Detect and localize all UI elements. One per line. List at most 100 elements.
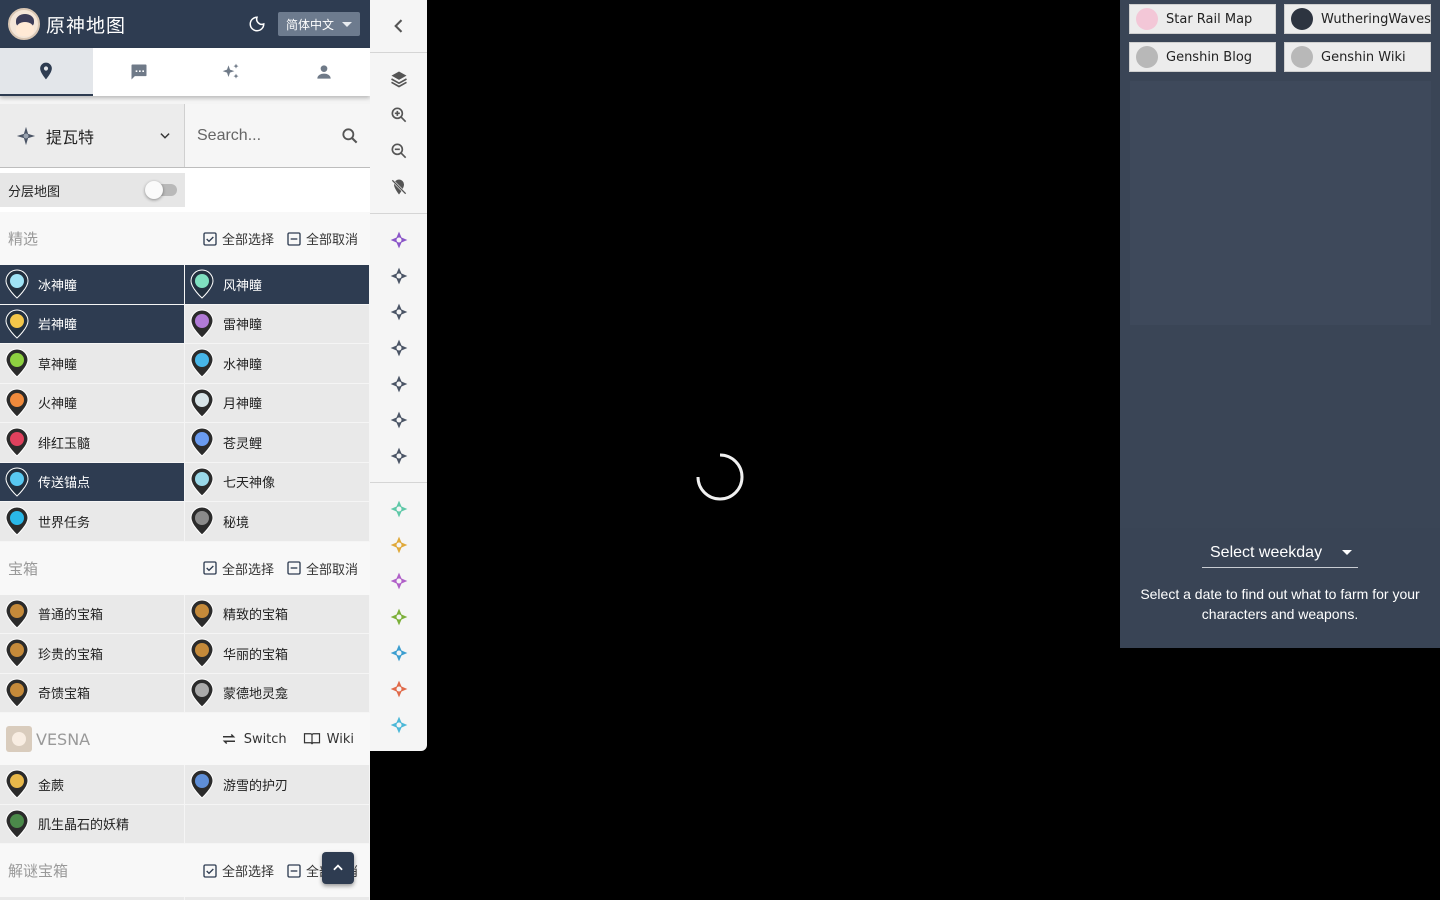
list-item[interactable]: 华丽的宝箱 xyxy=(185,634,370,674)
chevron-left-icon xyxy=(393,19,402,33)
checkbox-minus-icon xyxy=(287,863,301,878)
list-item[interactable]: 传送锚点 xyxy=(0,462,185,502)
wiki-button[interactable]: Wiki xyxy=(303,732,354,747)
list-item[interactable]: 游雪的护刃 xyxy=(185,765,370,805)
checkbox-checked-icon xyxy=(203,863,217,878)
list-item[interactable]: 精致的宝箱 xyxy=(185,594,370,634)
inazuma-filter-button[interactable] xyxy=(370,330,427,366)
deselect-all-label: 全部取消 xyxy=(305,562,358,578)
link-genshin-blog[interactable]: Genshin Blog xyxy=(1129,42,1276,72)
geo-filter-button[interactable] xyxy=(370,527,427,563)
scroll-to-top-button[interactable] xyxy=(322,852,354,884)
search-input[interactable] xyxy=(197,126,337,145)
list-item-label: 蒙德地灵龛 xyxy=(223,687,289,703)
switch-label: Switch xyxy=(243,731,287,747)
list-item[interactable]: 风神瞳 xyxy=(185,265,370,305)
cryo-filter-button[interactable] xyxy=(370,707,427,743)
list-item[interactable]: 岩神瞳 xyxy=(0,304,185,344)
sumeru-filter-button[interactable] xyxy=(370,366,427,402)
list-item[interactable]: 蒙德地灵龛 xyxy=(185,673,370,713)
zoom-out-button[interactable] xyxy=(370,133,427,169)
tab-map[interactable] xyxy=(0,48,93,96)
list-item[interactable]: 秘境 xyxy=(185,502,370,542)
marker-pin-icon xyxy=(190,599,214,629)
layer-map-switch[interactable] xyxy=(145,181,177,199)
link-label: Star Rail Map xyxy=(1166,11,1253,27)
layer-map-toggle[interactable]: 分层地图 xyxy=(0,173,185,207)
chevron-down-icon xyxy=(342,21,353,27)
collapse-sidebar-button[interactable] xyxy=(370,0,427,52)
list-item[interactable]: 肌生晶石的妖精 xyxy=(0,804,185,844)
language-select[interactable]: 简体中文 xyxy=(278,12,360,36)
select-all-label: 全部选择 xyxy=(221,865,274,880)
app-title: 原神地图 xyxy=(46,14,127,37)
list-item-label: 火神瞳 xyxy=(38,397,78,413)
marker-pin-icon xyxy=(190,309,214,339)
list-item[interactable]: 珍贵的宝箱 xyxy=(0,634,185,674)
link-wuthering-waves[interactable]: WutheringWaves xyxy=(1284,4,1431,34)
hide-markers-button[interactable] xyxy=(370,169,427,205)
list-item[interactable]: 月神瞳 xyxy=(185,383,370,423)
list-item[interactable]: 世界任务 xyxy=(0,502,185,542)
link-genshin-wiki[interactable]: Genshin Wiki xyxy=(1284,42,1431,72)
list-item[interactable]: 奇馈宝箱 xyxy=(0,673,185,713)
deselect-all-button[interactable]: 全部取消 xyxy=(286,559,358,578)
inazuma-icon xyxy=(390,339,407,357)
marker-pin-icon xyxy=(5,599,29,629)
list-item[interactable]: 苍灵鲤 xyxy=(185,423,370,463)
weekday-select-label: Select weekday xyxy=(1210,543,1323,561)
marker-pin-icon xyxy=(5,388,29,418)
app-logo[interactable] xyxy=(8,8,40,40)
select-all-button[interactable]: 全部选择 xyxy=(202,861,274,880)
wuthering-waves-logo-icon xyxy=(1291,8,1313,30)
list-item[interactable]: 火神瞳 xyxy=(0,383,185,423)
deselect-all-button[interactable]: 全部取消 xyxy=(286,229,358,248)
select-all-label: 全部选择 xyxy=(221,233,274,248)
hydro-filter-button[interactable] xyxy=(370,635,427,671)
app-root: 原神地图 简体中文 提瓦特 Search... 分层地图 精选 全部选择 全部取… xyxy=(0,0,1440,900)
pyro-filter-button[interactable] xyxy=(370,671,427,707)
region-select[interactable]: 提瓦特 xyxy=(0,104,185,167)
electro-filter-button[interactable] xyxy=(370,563,427,599)
tab-sparkle[interactable] xyxy=(185,48,278,96)
link-star-rail-map[interactable]: Star Rail Map xyxy=(1129,4,1276,34)
list-item[interactable]: 普通的宝箱 xyxy=(0,594,185,634)
tab-user[interactable] xyxy=(278,48,371,96)
fontaine-filter-button[interactable] xyxy=(370,402,427,438)
weekday-select[interactable]: Select weekday xyxy=(1202,538,1358,568)
map-pin-icon xyxy=(40,62,53,80)
select-all-button[interactable]: 全部选择 xyxy=(202,559,274,578)
tab-bar xyxy=(0,48,370,96)
mondstadt-filter-button[interactable] xyxy=(370,258,427,294)
moon-icon[interactable] xyxy=(248,15,266,33)
section-header-puzzle: 解谜宝箱 全部选择 全部取消 xyxy=(0,844,370,897)
list-item[interactable]: 雷神瞳 xyxy=(185,304,370,344)
natlan-filter-button[interactable] xyxy=(370,438,427,474)
list-item-label: 绯红玉髓 xyxy=(38,436,91,452)
list-item[interactable]: 冰神瞳 xyxy=(0,265,185,305)
liyue-filter-button[interactable] xyxy=(370,294,427,330)
chevron-up-icon xyxy=(333,864,343,871)
search-icon[interactable] xyxy=(340,126,360,146)
dendro-filter-button[interactable] xyxy=(370,599,427,635)
list-item-label: 七天神像 xyxy=(223,476,276,492)
list-item-label: 冰神瞳 xyxy=(38,278,78,294)
anemo-filter-button[interactable] xyxy=(370,491,427,527)
external-links: Star Rail Map WutheringWaves Genshin Blo… xyxy=(1120,0,1440,72)
loading-spinner-icon xyxy=(696,453,744,501)
zoom-in-button[interactable] xyxy=(370,97,427,133)
switch-button[interactable]: Switch xyxy=(220,732,287,747)
teyvat-filter-button[interactable] xyxy=(370,222,427,258)
layers-button[interactable] xyxy=(370,61,427,97)
list-item[interactable]: 绯红玉髓 xyxy=(0,423,185,463)
select-all-button[interactable]: 全部选择 xyxy=(202,229,274,248)
list-item[interactable]: 水神瞳 xyxy=(185,344,370,384)
anemo-icon xyxy=(390,500,407,518)
language-select-value: 简体中文 xyxy=(286,17,335,32)
map-canvas[interactable] xyxy=(427,0,1120,900)
list-item[interactable]: 七天神像 xyxy=(185,462,370,502)
tab-chat[interactable] xyxy=(93,48,186,96)
list-item[interactable]: 草神瞳 xyxy=(0,344,185,384)
list-item[interactable]: 金蕨 xyxy=(0,765,185,805)
divider xyxy=(370,482,427,483)
